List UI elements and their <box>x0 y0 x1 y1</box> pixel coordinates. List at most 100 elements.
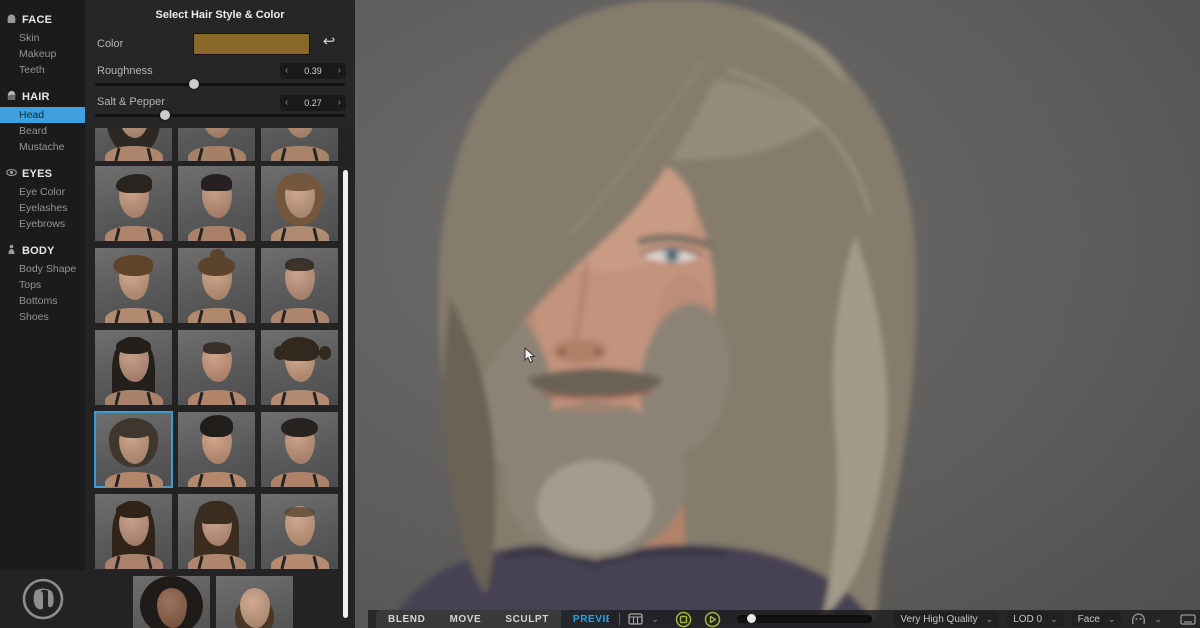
hair-style-thumbnail-receding[interactable] <box>178 330 255 405</box>
hair-style-thumbnail-long-curly[interactable] <box>95 128 172 161</box>
hair-style-thumbnail-short-side[interactable] <box>261 128 338 161</box>
hair-style-thumbnail-shag[interactable] <box>95 412 172 487</box>
unreal-engine-logo-icon <box>21 577 65 621</box>
salt-pepper-value[interactable]: 0.27 <box>304 98 322 108</box>
timeline-slider[interactable] <box>737 615 872 623</box>
quality-dropdown[interactable]: Very High Quality⌄ <box>894 611 999 627</box>
hair-style-thumbnail-bun[interactable] <box>178 248 255 323</box>
sidebar-section-hair: HAIRHeadBeardMustache <box>0 87 85 155</box>
sidebar-item-body-shape[interactable]: Body Shape <box>0 261 85 277</box>
roughness-slider-track[interactable] <box>95 83 345 86</box>
chevron-down-icon[interactable]: ⌄ <box>651 614 659 625</box>
move-mode-button[interactable]: MOVE <box>437 610 493 628</box>
decrement-arrow-icon[interactable]: ‹ <box>285 63 288 79</box>
face-icon <box>6 13 17 27</box>
thumbnail-part <box>105 390 163 405</box>
roughness-label: Roughness <box>97 65 153 77</box>
face-dropdown[interactable]: Face⌄ <box>1072 611 1122 627</box>
hair-style-thumbnail-short-side[interactable] <box>178 128 255 161</box>
sidebar-section-body: BODY Body ShapeTopsBottomsShoes <box>0 241 85 325</box>
metahuman-creator-window: FACESkinMakeupTeethHAIRHeadBeardMustache… <box>0 0 1200 628</box>
hair-style-thumbnail-long-straight[interactable] <box>95 330 172 405</box>
blend-mode-button[interactable]: BLEND <box>376 610 437 628</box>
hair-style-thumbnail-afro[interactable] <box>133 576 210 628</box>
hair-style-thumbnail-side-part[interactable] <box>95 166 172 241</box>
decrement-arrow-icon[interactable]: ‹ <box>285 95 288 111</box>
hair-style-thumbnail-long-straight[interactable] <box>95 494 172 569</box>
sidebar-section-label: BODY <box>22 245 55 257</box>
undo-icon[interactable]: ↩ <box>318 31 340 53</box>
sidebar-item-bottoms[interactable]: Bottoms <box>0 293 85 309</box>
hair-style-thumbnail-slick[interactable] <box>178 166 255 241</box>
roughness-slider-knob[interactable] <box>189 79 199 89</box>
thumbnail-part <box>188 308 246 323</box>
salt-pepper-slider-track[interactable] <box>95 114 345 117</box>
color-label: Color <box>97 38 123 50</box>
sidebar-section-header: BODY <box>0 241 85 261</box>
sidebar-item-head[interactable]: Head <box>0 107 85 123</box>
lod-dropdown[interactable]: LOD 0⌄ <box>1007 611 1063 627</box>
increment-arrow-icon[interactable]: › <box>338 63 341 79</box>
viewport-toolbar: BLENDMOVESCULPTPREVIEW ⌄ Very High Quali… <box>368 610 1200 628</box>
hair-style-thumbnail-long-bangs[interactable] <box>178 494 255 569</box>
hair-style-grid <box>85 128 355 628</box>
mouse-cursor-icon <box>524 347 536 364</box>
salt-pepper-slider-knob[interactable] <box>160 110 170 120</box>
hair-grid-row <box>95 166 355 241</box>
hair-style-thumbnail-quiff[interactable] <box>178 412 255 487</box>
sidebar-item-makeup[interactable]: Makeup <box>0 46 85 62</box>
hair-style-thumbnail-bald-fringe[interactable] <box>216 576 293 628</box>
thumbnail-part <box>198 501 235 524</box>
sculpt-mode-button[interactable]: SCULPT <box>493 610 561 628</box>
thumbnail-part <box>281 418 318 437</box>
sidebar-item-mustache[interactable]: Mustache <box>0 139 85 155</box>
hair-style-thumbnail-short-curly[interactable] <box>261 412 338 487</box>
hair-grid-row <box>85 576 355 628</box>
thumbnail-part <box>116 502 151 518</box>
thumbnail-part <box>198 256 235 276</box>
thumbnail-part <box>284 507 315 517</box>
hair-color-swatch[interactable] <box>193 33 310 55</box>
film-strip-icon[interactable] <box>628 613 643 625</box>
sidebar-item-eyebrows[interactable]: Eyebrows <box>0 216 85 232</box>
category-sidebar: FACESkinMakeupTeethHAIRHeadBeardMustache… <box>0 0 85 628</box>
sidebar-item-shoes[interactable]: Shoes <box>0 309 85 325</box>
timeline-slider-track[interactable] <box>737 615 872 623</box>
hair-style-thumbnail-med-wavy[interactable] <box>261 166 338 241</box>
sidebar-item-skin[interactable]: Skin <box>0 30 85 46</box>
salt-pepper-label: Salt & Pepper <box>97 96 165 108</box>
hair-grid-row <box>95 494 355 569</box>
hair-grid-row <box>95 248 355 323</box>
play-circle-icon[interactable] <box>704 611 721 628</box>
hair-style-thumbnail-bangs-buns[interactable] <box>261 330 338 405</box>
thumbnail-part <box>203 342 231 354</box>
thumbnail-part <box>116 174 152 193</box>
thumbnail-head <box>285 128 315 138</box>
eyes-icon <box>6 167 17 181</box>
face-preview-icon[interactable] <box>1131 612 1146 626</box>
thumbnail-part <box>271 390 329 405</box>
chevron-down-icon[interactable]: ⌄ <box>1154 614 1162 625</box>
preview-mode-button[interactable]: PREVIEW <box>561 610 609 628</box>
increment-arrow-icon[interactable]: › <box>338 95 341 111</box>
roughness-value[interactable]: 0.39 <box>304 66 322 76</box>
screen-icon[interactable] <box>1180 614 1196 625</box>
unreal-engine-logo <box>0 570 85 628</box>
sidebar-item-eyelashes[interactable]: Eyelashes <box>0 200 85 216</box>
character-viewport[interactable] <box>355 0 1200 628</box>
grid-scrollbar[interactable] <box>343 170 348 618</box>
dropdown-selected-value: LOD 0 <box>1013 614 1042 625</box>
panel-title: Select Hair Style & Color <box>85 9 355 21</box>
thumbnail-part <box>280 337 319 361</box>
sidebar-item-eye-color[interactable]: Eye Color <box>0 184 85 200</box>
hair-style-thumbnail-balding[interactable] <box>261 494 338 569</box>
hair-style-thumbnail-buzz[interactable] <box>261 248 338 323</box>
stop-circle-icon[interactable] <box>675 611 692 628</box>
hair-style-thumbnail-pixie[interactable] <box>95 248 172 323</box>
sidebar-item-beard[interactable]: Beard <box>0 123 85 139</box>
sidebar-item-teeth[interactable]: Teeth <box>0 62 85 78</box>
thumbnail-head <box>202 128 232 138</box>
hair-grid-row <box>95 412 355 487</box>
thumbnail-part <box>188 146 246 161</box>
sidebar-item-tops[interactable]: Tops <box>0 277 85 293</box>
